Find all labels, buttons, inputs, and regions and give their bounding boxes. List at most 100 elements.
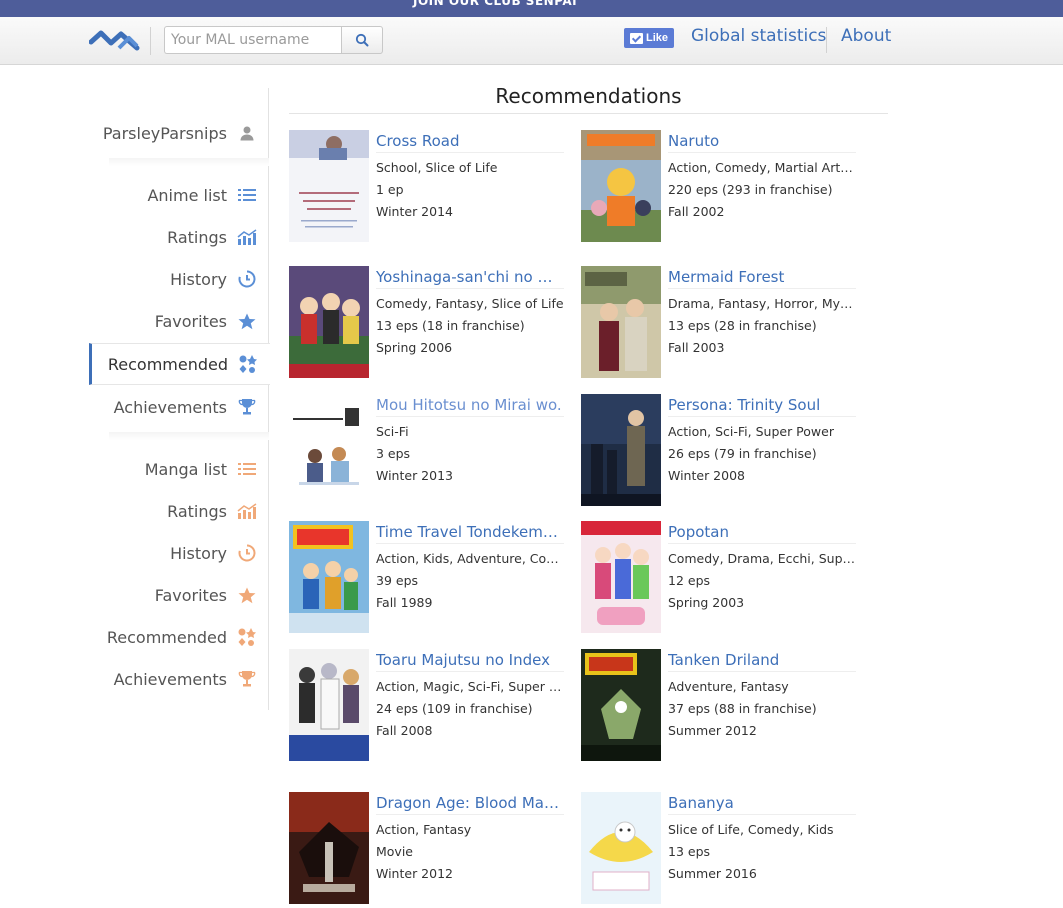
recommendation-card: Yoshinaga-san'chi no Gar... Comedy, Fant… [289,266,579,396]
anime-poster-image[interactable] [289,394,369,506]
anime-genres: Action, Fantasy [376,822,472,837]
recommendation-card: Cross Road School, Slice of Life 1 ep Wi… [289,130,579,260]
anime-poster-image[interactable] [289,649,369,761]
facebook-like-button[interactable]: Like [624,28,674,48]
anime-title-link[interactable]: Dragon Age: Blood Mage ... [376,794,564,815]
sidebar-item-label: Achievements [113,669,227,689]
anime-genres: Action, Magic, Sci-Fi, Super Po... [376,679,566,694]
anime-poster-image[interactable] [581,266,661,378]
username-search-input[interactable] [164,26,342,54]
anime-season: Spring 2006 [376,340,453,355]
anime-season: Summer 2016 [668,866,757,881]
nav-about[interactable]: About [841,26,891,46]
anime-poster-image[interactable] [289,792,369,904]
sidebar-item-label: Manga list [144,459,227,479]
anime-season: Winter 2014 [376,204,453,219]
sidebar-item-label: Favorites [154,311,227,331]
sidebar-item-manga-achievements[interactable]: Achievements [89,659,269,699]
top-header: Like Global statistics About [0,17,1063,65]
sidebar-item-manga-ratings[interactable]: Ratings [89,491,269,531]
history-icon [237,543,257,563]
chart-icon [237,227,257,247]
anime-poster-image[interactable] [581,649,661,761]
sidebar-item-label: Ratings [167,227,227,247]
anime-episodes: 24 eps (109 in franchise) [376,701,533,716]
anime-title-link[interactable]: Mou Hitotsu no Mirai wo. [376,396,564,417]
recommendation-card: Toaru Majutsu no Index Action, Magic, Sc… [289,649,579,779]
anime-poster-image[interactable] [581,394,661,506]
anime-stats-logo-icon[interactable] [89,26,141,54]
anime-title-link[interactable]: Popotan [668,523,856,544]
anime-episodes: 37 eps (88 in franchise) [668,701,817,716]
anime-genres: Slice of Life, Comedy, Kids [668,822,834,837]
recommendation-card: Dragon Age: Blood Mage ... Action, Fanta… [289,792,579,908]
recommendation-card: Naruto Action, Comedy, Martial Arts, S..… [581,130,871,260]
anime-title-link[interactable]: Toaru Majutsu no Index [376,651,564,672]
anime-season: Summer 2012 [668,723,757,738]
anime-poster-image[interactable] [289,130,369,242]
anime-genres: Action, Sci-Fi, Super Power [668,424,834,439]
anime-episodes: 3 eps [376,446,411,461]
recommend-icon [237,627,257,647]
anime-episodes: 13 eps (28 in franchise) [668,318,817,333]
header-divider [150,27,151,55]
like-label: Like [645,32,668,44]
anime-poster-image[interactable] [581,130,661,242]
anime-title-link[interactable]: Yoshinaga-san'chi no Gar... [376,268,564,289]
anime-genres: Comedy, Drama, Ecchi, Supern... [668,551,858,566]
anime-genres: Action, Kids, Adventure, Comedy [376,551,566,566]
sidebar-item-manga-list[interactable]: Manga list [89,449,269,489]
anime-title-link[interactable]: Cross Road [376,132,564,153]
anime-title-link[interactable]: Time Travel Tondekeman! [376,523,564,544]
nav-divider [826,27,827,53]
anime-genres: Adventure, Fantasy [668,679,789,694]
list-icon [237,459,257,479]
sidebar-item-manga-favorites[interactable]: Favorites [89,575,269,615]
sidebar-item-manga-history[interactable]: History [89,533,269,573]
anime-title-link[interactable]: Mermaid Forest [668,268,856,289]
anime-season: Winter 2008 [668,468,745,483]
anime-genres: Sci-Fi [376,424,409,439]
anime-poster-image[interactable] [289,266,369,378]
recommendation-card: Time Travel Tondekeman! Action, Kids, Ad… [289,521,579,651]
promo-banner[interactable]: JOIN OUR CLUB SENPAI [0,0,1063,17]
anime-title-link[interactable]: Persona: Trinity Soul [668,396,856,417]
sidebar-divider [109,432,269,440]
sidebar-item-anime-history[interactable]: History [89,259,269,299]
sidebar-item-label: History [170,543,227,563]
sidebar-item-label: Achievements [113,397,227,417]
anime-episodes: 12 eps [668,573,711,588]
sidebar-item-label: Recommended [107,354,228,374]
anime-poster-image[interactable] [289,521,369,633]
anime-poster-image[interactable] [581,521,661,633]
anime-poster-image[interactable] [581,792,661,904]
like-check-icon [629,32,643,44]
anime-season: Fall 2003 [668,340,725,355]
star-icon [237,311,257,331]
star-icon [237,585,257,605]
anime-season: Winter 2012 [376,866,453,881]
anime-title-link[interactable]: Tanken Driland [668,651,856,672]
nav-global-statistics[interactable]: Global statistics [691,26,826,46]
recommendation-card: Bananya Slice of Life, Comedy, Kids 13 e… [581,792,871,908]
banner-text[interactable]: JOIN OUR CLUB SENPAI [413,0,577,8]
sidebar-item-anime-list[interactable]: Anime list [89,175,269,215]
anime-title-link[interactable]: Naruto [668,132,856,153]
anime-title-link[interactable]: Bananya [668,794,856,815]
sidebar-item-manga-recommended[interactable]: Recommended [89,617,269,657]
anime-genres: Drama, Fantasy, Horror, Mystery [668,296,858,311]
sidebar-item-anime-achievements[interactable]: Achievements [89,387,269,427]
sidebar-item-label: Recommended [106,627,227,647]
sidebar-item-anime-ratings[interactable]: Ratings [89,217,269,257]
search-button[interactable] [341,26,383,54]
anime-episodes: 13 eps (18 in franchise) [376,318,525,333]
anime-season: Fall 2008 [376,723,433,738]
anime-genres: School, Slice of Life [376,160,498,175]
anime-season: Spring 2003 [668,595,745,610]
sidebar-item-anime-recommended[interactable]: Recommended [89,343,270,385]
sidebar-item-anime-favorites[interactable]: Favorites [89,301,269,341]
recommendation-card: Mou Hitotsu no Mirai wo. Sci-Fi 3 eps Wi… [289,394,579,524]
anime-episodes: 39 eps [376,573,419,588]
sidebar-username[interactable]: ParsleyParsnips [89,113,269,153]
sidebar-item-label: Ratings [167,501,227,521]
